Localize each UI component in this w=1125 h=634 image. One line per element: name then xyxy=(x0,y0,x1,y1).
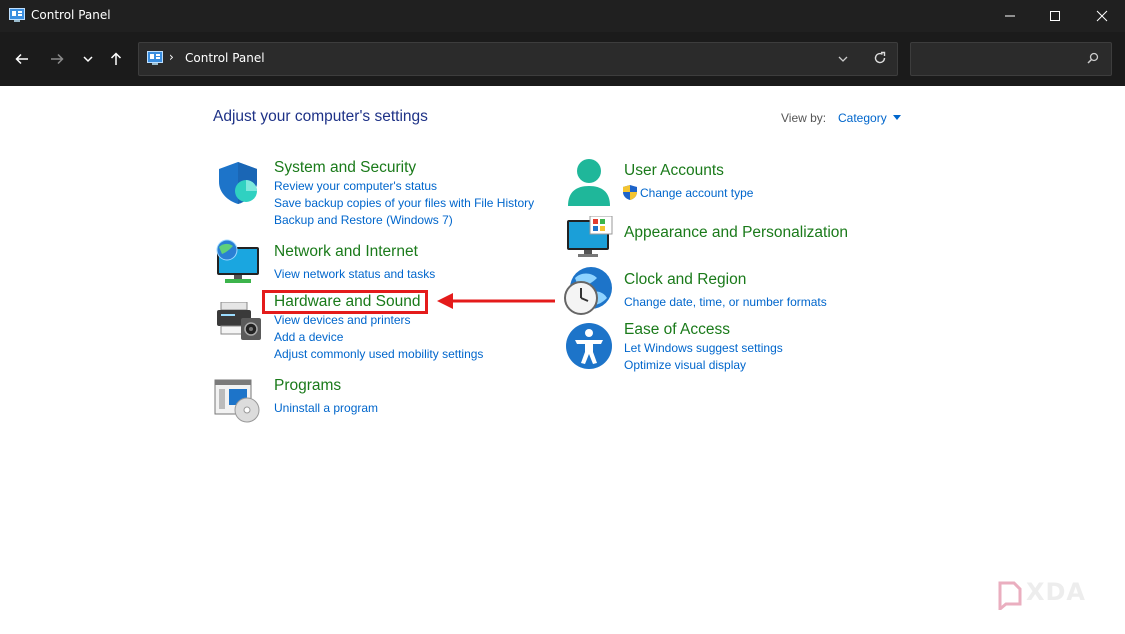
category-ease-of-access[interactable]: Ease of Access xyxy=(624,321,730,339)
link-change-account-type[interactable]: Change account type xyxy=(640,186,753,200)
refresh-icon[interactable] xyxy=(873,51,887,65)
category-appearance-personalization[interactable]: Appearance and Personalization xyxy=(624,224,848,242)
up-button[interactable] xyxy=(105,48,127,70)
recent-icon xyxy=(83,56,93,63)
window-title: Control Panel xyxy=(31,8,111,22)
view-by-label: View by: xyxy=(781,111,827,125)
search-icon[interactable] xyxy=(1087,52,1099,64)
printer-icon[interactable] xyxy=(215,302,263,342)
view-by-value[interactable]: Category xyxy=(838,111,887,125)
monitor-icon[interactable] xyxy=(566,216,614,258)
back-icon xyxy=(15,53,28,65)
search-input[interactable] xyxy=(917,49,1081,69)
breadcrumb-separator[interactable]: › xyxy=(169,50,174,64)
close-button[interactable] xyxy=(1079,0,1125,32)
accessibility-icon[interactable] xyxy=(565,322,613,370)
shield-icon[interactable] xyxy=(215,160,261,206)
watermark-text: XDA xyxy=(1026,578,1086,606)
caret-down-icon[interactable] xyxy=(892,115,901,120)
breadcrumb-control-panel[interactable]: Control Panel xyxy=(185,51,265,65)
network-icon[interactable] xyxy=(213,239,263,285)
link-network-status[interactable]: View network status and tasks xyxy=(274,267,435,281)
category-system-security[interactable]: System and Security xyxy=(274,159,416,177)
minimize-button[interactable] xyxy=(987,0,1033,32)
control-panel-icon xyxy=(9,8,25,22)
search-box[interactable] xyxy=(910,42,1112,76)
link-backup-restore[interactable]: Backup and Restore (Windows 7) xyxy=(274,213,453,227)
category-programs[interactable]: Programs xyxy=(274,377,341,395)
recent-locations-button[interactable] xyxy=(77,48,99,70)
xda-logo-icon xyxy=(998,581,1022,610)
annotation-highlight-box xyxy=(262,290,428,314)
back-button[interactable] xyxy=(11,48,33,70)
close-icon xyxy=(1096,10,1108,22)
link-change-date-formats[interactable]: Change date, time, or number formats xyxy=(624,295,827,309)
link-add-device[interactable]: Add a device xyxy=(274,330,343,344)
forward-button[interactable] xyxy=(46,48,68,70)
navigation-bar: › Control Panel xyxy=(0,32,1125,86)
category-clock-region[interactable]: Clock and Region xyxy=(624,271,746,289)
link-uninstall-program[interactable]: Uninstall a program xyxy=(274,401,378,415)
control-panel-icon xyxy=(147,51,163,65)
view-by-dropdown[interactable]: Category xyxy=(838,111,901,125)
programs-icon[interactable] xyxy=(213,378,265,424)
category-network-internet[interactable]: Network and Internet xyxy=(274,243,418,261)
link-mobility-settings[interactable]: Adjust commonly used mobility settings xyxy=(274,347,483,361)
up-icon xyxy=(110,52,122,65)
maximize-icon xyxy=(1050,11,1060,21)
title-bar: Control Panel xyxy=(0,0,1125,32)
link-devices-printers[interactable]: View devices and printers xyxy=(274,313,411,327)
address-bar[interactable]: › Control Panel xyxy=(138,42,898,76)
page-heading: Adjust your computer's settings xyxy=(213,108,428,125)
maximize-button[interactable] xyxy=(1032,0,1078,32)
link-optimize-visual-display[interactable]: Optimize visual display xyxy=(624,358,746,372)
forward-icon xyxy=(51,53,64,65)
minimize-icon xyxy=(1005,15,1015,17)
uac-shield-icon xyxy=(623,185,637,200)
link-windows-suggest-settings[interactable]: Let Windows suggest settings xyxy=(624,341,783,355)
annotation-arrow-icon xyxy=(437,293,555,309)
clock-globe-icon[interactable] xyxy=(563,266,615,318)
user-icon[interactable] xyxy=(566,158,612,208)
link-file-history[interactable]: Save backup copies of your files with Fi… xyxy=(274,196,534,210)
link-review-status[interactable]: Review your computer's status xyxy=(274,179,437,193)
category-user-accounts[interactable]: User Accounts xyxy=(624,162,724,180)
chevron-down-icon[interactable] xyxy=(837,53,849,65)
